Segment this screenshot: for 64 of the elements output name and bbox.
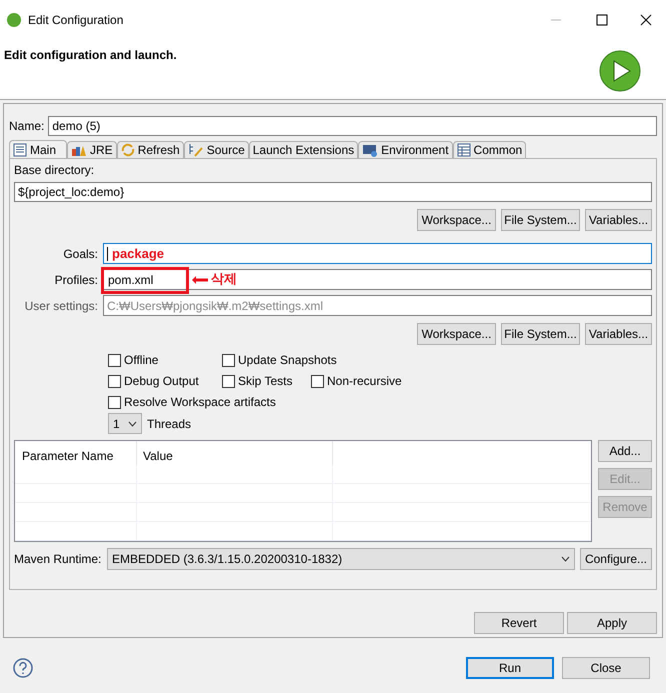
chevron-down-icon [128,420,137,426]
tab[interactable]: Main [9,140,68,158]
profiles-value: pom.xml [108,272,154,288]
button[interactable]: Configure... [580,548,652,570]
user-settings-label: User settings: [24,298,98,314]
maven-runtime-label: Maven Runtime: [14,551,102,568]
profiles-label: Profiles: [54,272,98,288]
checkbox-label: Non-recursive [327,373,402,390]
button[interactable]: Run [466,657,554,679]
threads-dropdown[interactable]: 1 [108,413,142,434]
button[interactable]: File System... [501,209,580,231]
tab[interactable]: Environment [358,141,453,158]
name-field[interactable]: demo (5) [48,116,657,136]
button[interactable]: Workspace... [417,209,496,231]
checkbox[interactable] [222,374,235,388]
text-caret [107,246,108,260]
checkbox-label: Offline [124,352,158,369]
button[interactable]: Add... [598,440,652,462]
tab[interactable]: Launch Extensions [248,141,358,158]
maximize-icon[interactable] [596,14,608,26]
checkbox[interactable] [108,396,121,408]
help-icon[interactable] [13,658,33,678]
annotation-text: package [112,244,164,263]
arrow-icon [192,276,208,284]
button[interactable]: Variables... [585,323,652,345]
document-icon [13,142,27,156]
column-header[interactable]: Value [137,441,333,465]
button[interactable]: Variables... [585,209,652,231]
window-title: Edit Configuration [28,12,124,29]
run-icon [598,49,642,93]
tab[interactable]: JRE [67,141,117,158]
table-icon [456,143,471,157]
maven-runtime-dropdown[interactable]: EMBEDDED (3.6.3/1.15.0.20200310-1832) [107,548,575,570]
header-title: Edit configuration and launch. [4,47,177,64]
tab[interactable]: Common [452,141,526,158]
button[interactable]: Close [562,657,650,679]
checkbox[interactable] [311,374,324,388]
annotation-text: 삭제 [211,270,237,288]
threads-label: Threads [147,416,192,432]
name-label: Name: [9,118,44,135]
monitor-icon [362,143,378,157]
tab[interactable]: Source [184,141,249,158]
user-settings-field[interactable]: C:₩Users₩pjongsik₩.m2₩settings.xml [103,295,652,316]
tree-pencil-icon [188,143,204,157]
goals-field[interactable]: package [103,243,652,264]
button[interactable]: Revert [474,612,564,634]
base-directory-label: Base directory: [14,162,96,179]
checkbox[interactable] [222,354,235,366]
base-directory-field[interactable]: ${project_loc:demo} [14,182,652,202]
checkbox[interactable] [108,374,121,388]
goals-label: Goals: [62,246,98,262]
button[interactable]: File System... [501,323,580,345]
checkbox[interactable] [108,354,121,366]
checkbox-label: Resolve Workspace artifacts [124,394,276,411]
checkbox-label: Skip Tests [238,373,292,390]
button[interactable]: Apply [567,612,657,634]
refresh-icon [120,143,135,157]
chevron-down-icon [561,556,570,562]
checkbox-label: Update Snapshots [238,352,337,369]
close-icon[interactable] [640,14,652,26]
column-header[interactable]: Parameter Name [15,441,137,465]
tab[interactable]: Refresh [116,141,184,158]
button[interactable]: Workspace... [417,323,496,345]
checkbox-label: Debug Output [124,373,199,390]
